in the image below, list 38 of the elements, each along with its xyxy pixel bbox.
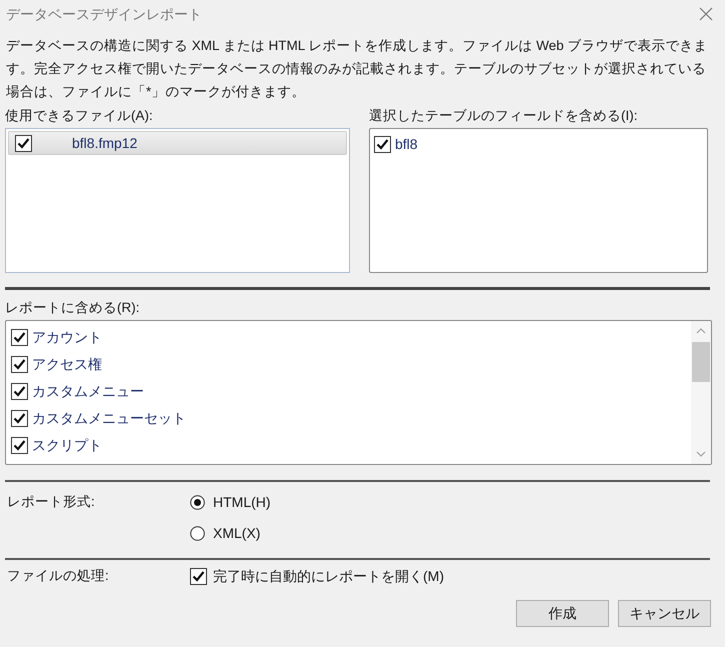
scrollbar[interactable] [691, 321, 711, 464]
radio-button[interactable] [190, 495, 205, 510]
report-items-list[interactable]: アカウント アクセス権 カスタムメニュー カスタムメニューセット スクリプト [5, 320, 712, 465]
report-item: スクリプト [32, 436, 102, 455]
cancel-button[interactable]: キャンセル [618, 600, 711, 627]
checkbox[interactable] [11, 383, 28, 400]
create-button[interactable]: 作成 [516, 600, 609, 627]
report-item: アカウント [32, 328, 102, 347]
close-icon[interactable] [699, 7, 713, 21]
checkbox[interactable] [15, 134, 32, 152]
checkbox-label: 完了時に自動的にレポートを開く(M) [213, 567, 444, 586]
window-title: データベースデザインレポート [6, 4, 202, 24]
checkbox[interactable] [11, 410, 28, 427]
checkbox[interactable] [11, 329, 28, 346]
scroll-up-icon[interactable] [696, 328, 706, 334]
scroll-down-icon[interactable] [696, 451, 706, 457]
radio-label: XML(X) [213, 524, 260, 543]
checkbox[interactable] [374, 136, 391, 152]
table-name: bfl8 [395, 134, 418, 154]
report-item: カスタムメニューセット [32, 409, 186, 428]
checkbox[interactable] [11, 356, 28, 373]
section-label: ファイルの処理: [7, 567, 110, 586]
scrollbar-thumb[interactable] [692, 342, 710, 382]
report-item: アクセス権 [32, 355, 102, 374]
report-item: カスタムメニュー [32, 382, 144, 401]
checkbox[interactable] [190, 568, 207, 585]
list-label: レポートに含める(R): [5, 299, 140, 317]
radio-label: HTML(H) [213, 493, 271, 512]
file-name: bfl8.fmp12 [72, 134, 138, 153]
file-list[interactable]: bfl8.fmp12 [5, 128, 350, 273]
section-label: レポート形式: [7, 493, 96, 511]
table-list[interactable]: bfl8 [369, 128, 708, 273]
file-row[interactable]: bfl8.fmp12 [8, 131, 347, 155]
description-text: データベースの構造に関する XML または HTML レポートを作成します。ファイルは Web ブラウザで表示できます。完全アクセス権で開いたデータベースの情報のみが記載されます。テーブルのサブセットが選択されている場合は、ファイルに「*」のマークが付きます。 [5, 37, 709, 101]
radio-button[interactable] [190, 526, 205, 541]
list-label: 使用できるファイル(A): [5, 107, 154, 125]
checkbox[interactable] [11, 437, 28, 454]
list-label: 選択したテーブルのフィールドを含める(I): [369, 107, 638, 125]
